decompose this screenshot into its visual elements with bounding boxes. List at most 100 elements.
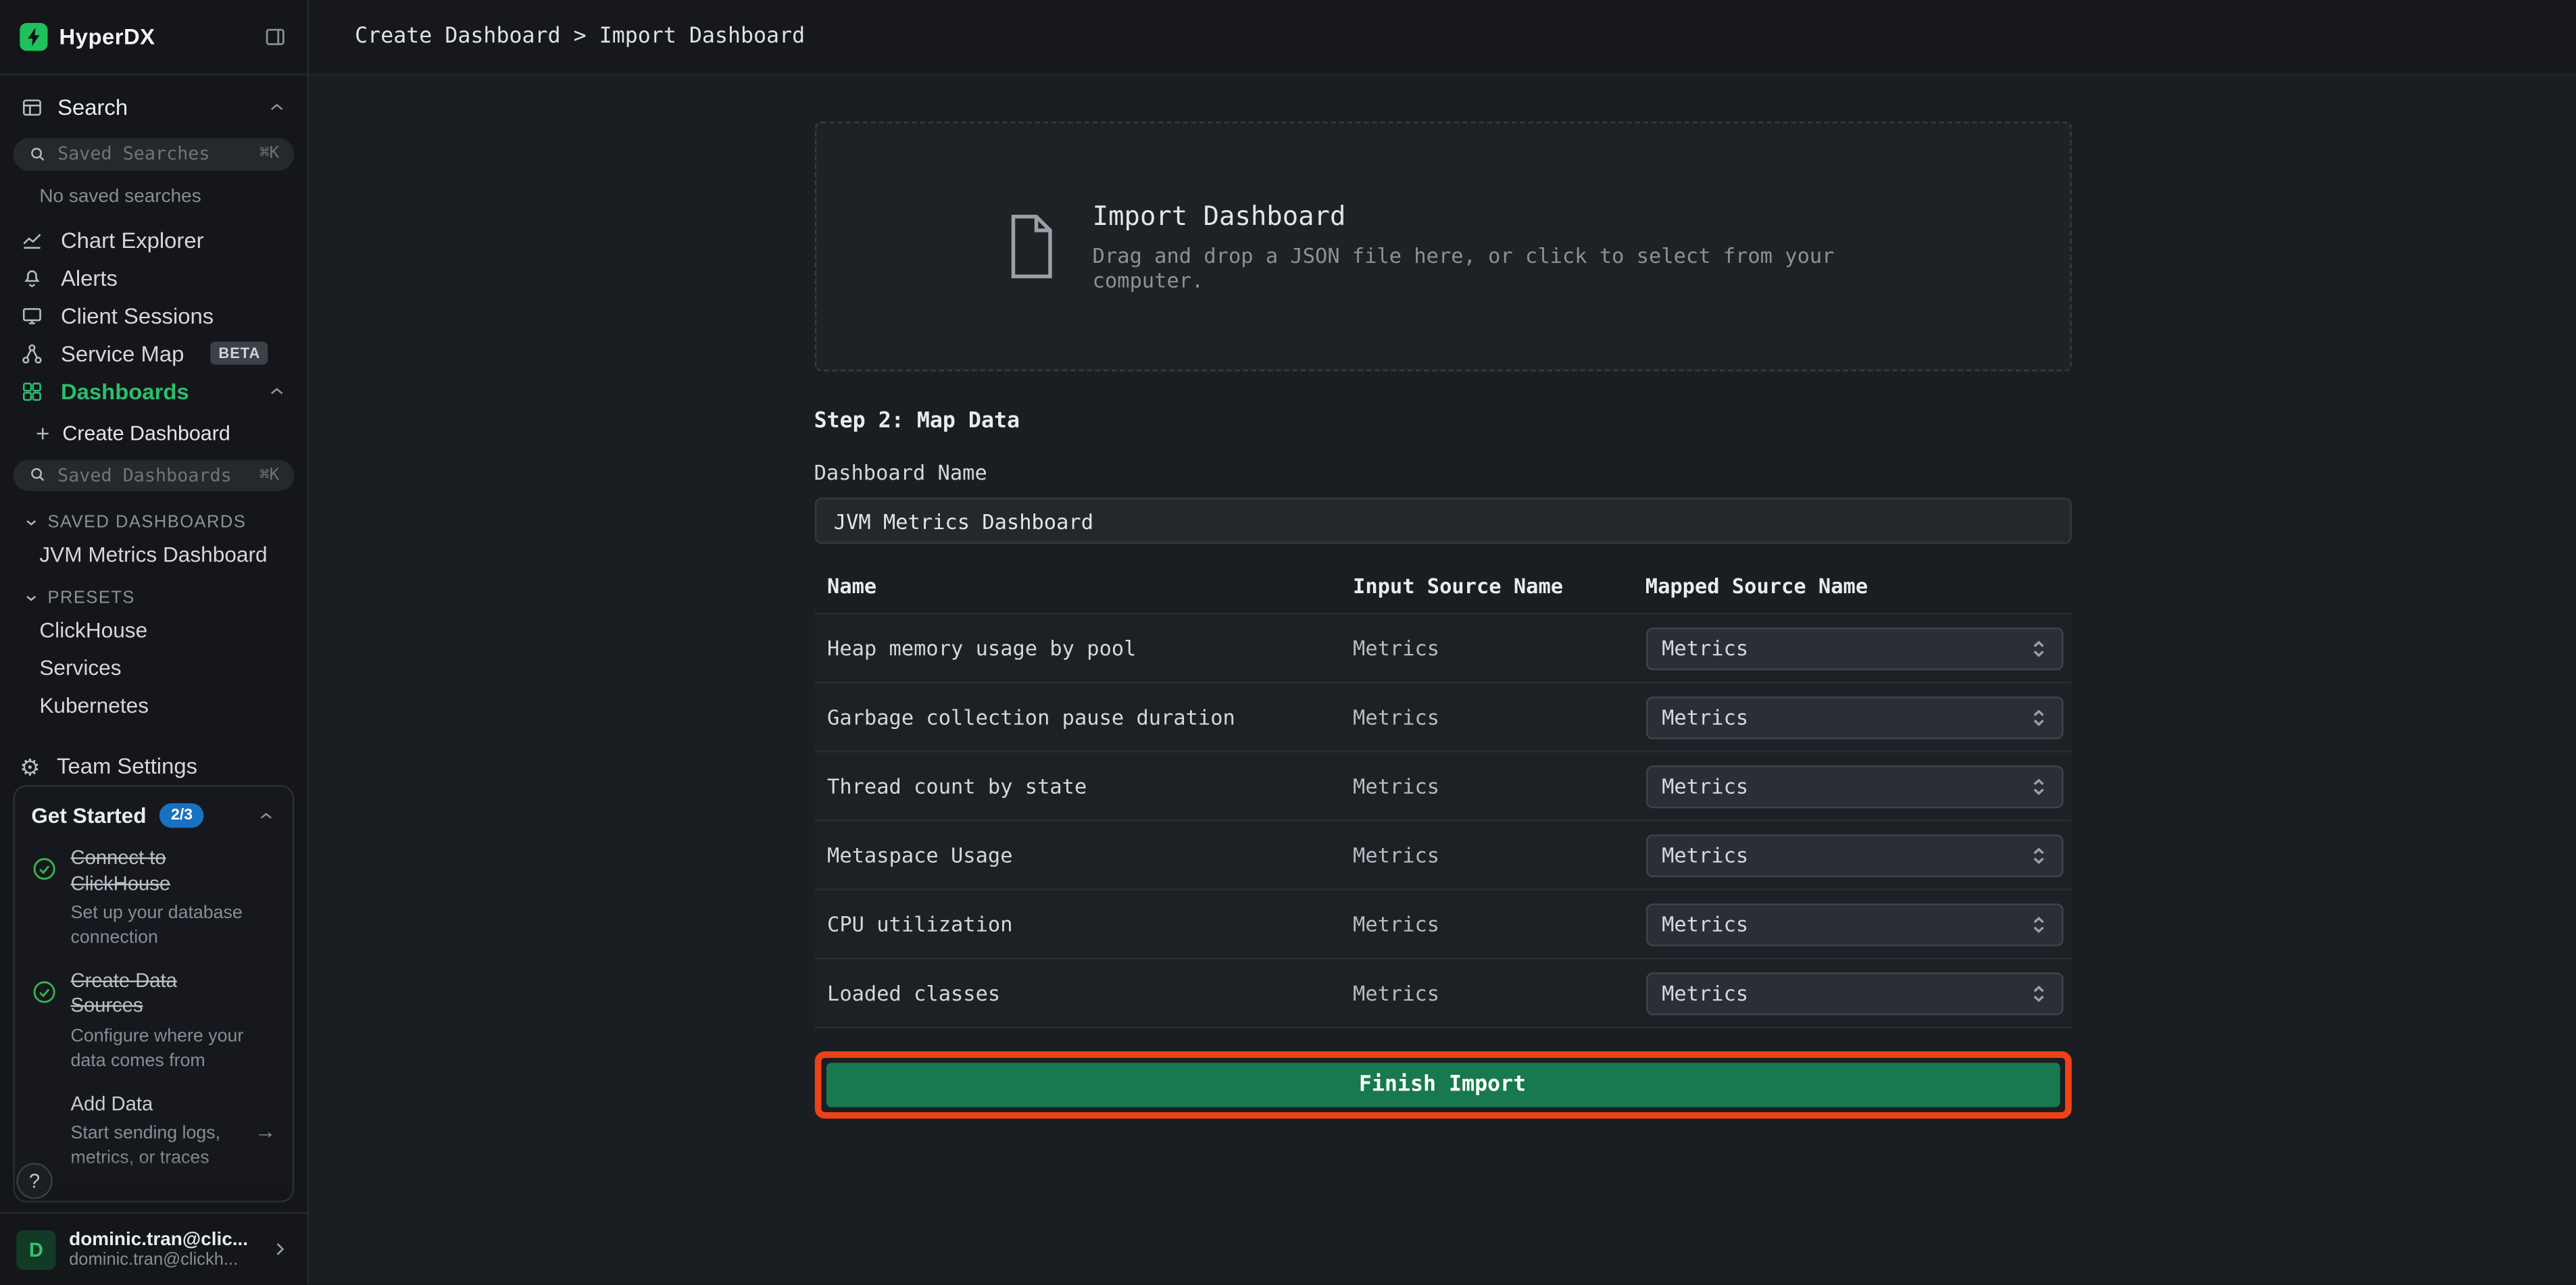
- breadcrumb[interactable]: Create Dashboard > Import Dashboard: [309, 0, 2576, 76]
- bell-icon: [20, 266, 44, 291]
- saved-dashboards-section-toggle[interactable]: SAVED DASHBOARDS: [0, 498, 307, 536]
- no-saved-searches-text: No saved searches: [0, 176, 307, 222]
- get-started-header[interactable]: Get Started 2/3: [31, 803, 276, 828]
- arrow-right-icon: →: [255, 1119, 276, 1144]
- saved-dashboards-input[interactable]: Saved Dashboards ⌘K: [13, 459, 294, 491]
- search-section-label: Search: [57, 95, 128, 120]
- sidebar-item-service-map[interactable]: Service Map BETA: [0, 335, 307, 372]
- gear-icon: ⚙: [20, 755, 41, 778]
- chart-name-cell: Heap memory usage by pool: [827, 636, 1353, 660]
- sidebar-item-alerts[interactable]: Alerts: [0, 260, 307, 297]
- table-header-row: Name Input Source Name Mapped Source Nam…: [814, 570, 2071, 615]
- chevron-up-icon: [266, 380, 288, 402]
- chart-icon: [20, 229, 44, 253]
- team-settings-label: Team Settings: [57, 754, 197, 778]
- sidebar-item-team-settings[interactable]: ⚙ Team Settings: [0, 748, 307, 785]
- presets-section-label: PRESETS: [48, 588, 135, 608]
- search-icon: [28, 144, 47, 163]
- saved-dashboards-section-label: SAVED DASHBOARDS: [48, 513, 247, 532]
- get-started-item-desc: Start sending logs, metrics, or traces: [71, 1122, 242, 1171]
- sidebar-item-chart-explorer[interactable]: Chart Explorer: [0, 223, 307, 260]
- column-header-input-source: Input Source Name: [1353, 573, 1645, 597]
- user-menu[interactable]: D dominic.tran@clic... dominic.tran@clic…: [0, 1212, 307, 1284]
- chevron-up-icon: [266, 97, 288, 118]
- file-icon: [1004, 212, 1060, 281]
- select-chevrons-icon: [2027, 843, 2050, 866]
- progress-badge: 2/3: [159, 803, 204, 828]
- select-chevrons-icon: [2027, 913, 2050, 936]
- preset-item-clickhouse[interactable]: ClickHouse: [0, 611, 307, 649]
- table-row: CPU utilization Metrics Metrics: [814, 890, 2071, 959]
- mapped-source-select[interactable]: Metrics: [1645, 627, 2063, 670]
- dropzone-subtitle: Drag and drop a JSON file here, or click…: [1093, 243, 1881, 293]
- get-started-item-sources[interactable]: Create Data Sources Configure where your…: [31, 969, 276, 1074]
- chart-name-cell: Garbage collection pause duration: [827, 705, 1353, 729]
- table-row: Heap memory usage by pool Metrics Metric…: [814, 614, 2071, 683]
- shortcut-badge: ⌘K: [259, 466, 279, 484]
- preset-item-kubernetes[interactable]: Kubernetes: [0, 687, 307, 725]
- user-name: dominic.tran@clic...: [69, 1230, 248, 1249]
- input-source-cell: Metrics: [1353, 705, 1645, 729]
- dropzone-title: Import Dashboard: [1093, 201, 1881, 232]
- input-source-cell: Metrics: [1353, 842, 1645, 867]
- mapped-source-select[interactable]: Metrics: [1645, 972, 2063, 1014]
- avatar: D: [16, 1230, 55, 1269]
- finish-import-button[interactable]: Finish Import: [826, 1063, 2060, 1107]
- collapse-sidebar-icon[interactable]: [263, 24, 287, 49]
- chart-name-cell: CPU utilization: [827, 911, 1353, 936]
- input-source-cell: Metrics: [1353, 911, 1645, 936]
- action-highlight-box: Finish Import: [814, 1051, 2071, 1119]
- search-section-header[interactable]: Search: [0, 76, 307, 130]
- get-started-item-title: Connect to ClickHouse: [71, 846, 249, 897]
- monitor-icon: [20, 304, 44, 328]
- mapped-source-select[interactable]: Metrics: [1645, 903, 2063, 945]
- get-started-item-connect[interactable]: Connect to ClickHouse Set up your databa…: [31, 846, 276, 951]
- beta-badge: BETA: [210, 342, 268, 365]
- sidebar-item-client-sessions[interactable]: Client Sessions: [0, 297, 307, 334]
- dashboard-name-input[interactable]: [814, 498, 2071, 544]
- app-name: HyperDX: [59, 24, 155, 49]
- table-row: Metaspace Usage Metrics Metrics: [814, 822, 2071, 890]
- input-source-cell: Metrics: [1353, 980, 1645, 1005]
- search-section-icon: [20, 95, 44, 120]
- get-started-item-add-data[interactable]: Add Data Start sending logs, metrics, or…: [31, 1092, 276, 1171]
- mapping-table: Name Input Source Name Mapped Source Nam…: [814, 570, 2071, 1028]
- check-circle-icon: [31, 856, 57, 951]
- sidebar-item-dashboards[interactable]: Dashboards: [0, 372, 307, 409]
- selected-value: Metrics: [1662, 842, 1748, 867]
- step-label: Step 2: Map Data: [814, 409, 2071, 433]
- get-started-item-title: Add Data: [71, 1092, 242, 1117]
- chevron-down-icon: [23, 514, 39, 530]
- selected-value: Metrics: [1662, 980, 1748, 1005]
- help-button[interactable]: ?: [16, 1163, 52, 1199]
- chart-name-cell: Metaspace Usage: [827, 842, 1353, 867]
- sidebar-item-label: Alerts: [61, 266, 118, 291]
- chart-name-cell: Loaded classes: [827, 980, 1353, 1005]
- selected-value: Metrics: [1662, 705, 1748, 729]
- app-window: HyperDX Search Saved Searches ⌘K No save…: [0, 0, 2576, 1284]
- presets-section-toggle[interactable]: PRESETS: [0, 574, 307, 611]
- mapped-source-select[interactable]: Metrics: [1645, 765, 2063, 807]
- input-source-cell: Metrics: [1353, 774, 1645, 798]
- saved-dashboard-item[interactable]: JVM Metrics Dashboard: [0, 536, 307, 574]
- chevron-right-icon: [270, 1238, 291, 1260]
- mapped-source-select[interactable]: Metrics: [1645, 834, 2063, 876]
- dashboards-grid-icon: [20, 379, 44, 403]
- hyperdx-logo-icon: [20, 23, 47, 51]
- select-chevrons-icon: [2027, 705, 2050, 728]
- get-started-item-title: Create Data Sources: [71, 969, 249, 1020]
- table-row: Garbage collection pause duration Metric…: [814, 683, 2071, 752]
- check-circle-icon: [31, 979, 57, 1074]
- table-row: Loaded classes Metrics Metrics: [814, 959, 2071, 1028]
- import-dropzone[interactable]: Import Dashboard Drag and drop a JSON fi…: [814, 122, 2071, 372]
- sidebar-item-label: Chart Explorer: [61, 229, 204, 253]
- saved-searches-input[interactable]: Saved Searches ⌘K: [13, 138, 294, 170]
- create-dashboard-button[interactable]: Create Dashboard: [0, 416, 307, 451]
- sidebar-item-label: Service Map: [61, 341, 184, 366]
- get-started-card: Get Started 2/3 Connect to ClickHouse Se…: [13, 785, 294, 1203]
- preset-item-services[interactable]: Services: [0, 649, 307, 687]
- mapped-source-select[interactable]: Metrics: [1645, 696, 2063, 738]
- sidebar-header: HyperDX: [0, 0, 307, 76]
- content-scroll-area: Import Dashboard Drag and drop a JSON fi…: [309, 76, 2576, 1284]
- select-chevrons-icon: [2027, 636, 2050, 659]
